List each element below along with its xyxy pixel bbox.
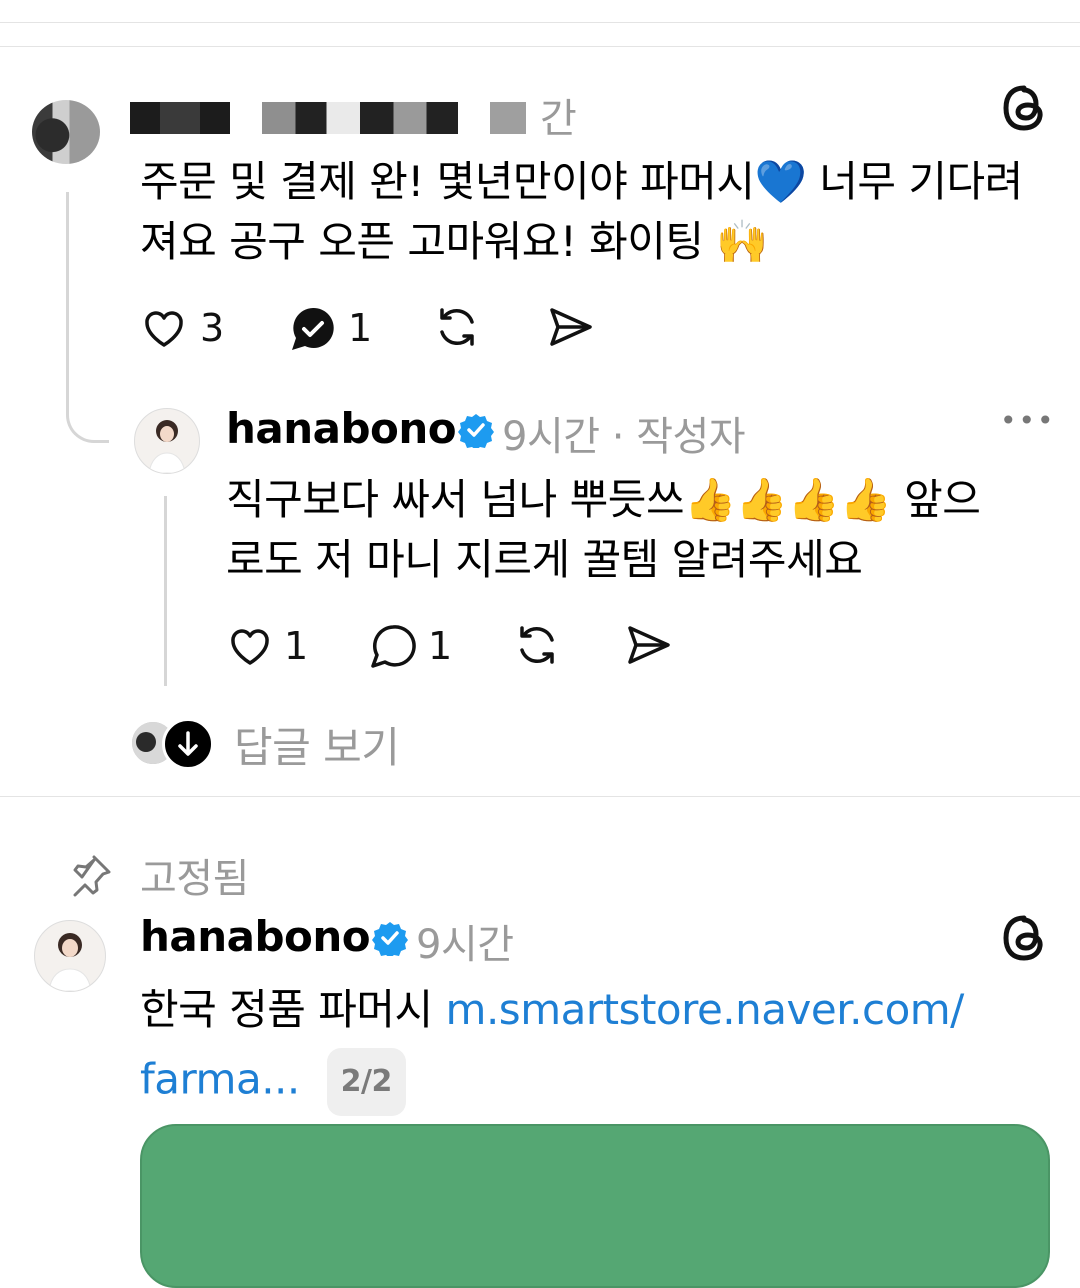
timestamp: 9시간 xyxy=(416,922,514,968)
avatar[interactable] xyxy=(134,408,200,474)
reply-count: 1 xyxy=(428,624,453,668)
reply-text: 직구보다 싸서 넘나 뿌듯쓰👍👍👍👍 앞으 로도 저 마니 지르게 꿀템 알려주… xyxy=(226,475,981,584)
heart-icon[interactable] xyxy=(140,304,188,352)
store-link[interactable]: m.smartstore.naver.com/ xyxy=(446,985,965,1034)
pin-icon xyxy=(68,852,114,898)
avatar[interactable] xyxy=(32,100,100,164)
heart-icon[interactable] xyxy=(226,622,274,670)
view-replies-link[interactable]: 답글 보기 xyxy=(234,714,400,775)
pinned-label: 고정됨 xyxy=(140,856,249,902)
post-media-image[interactable] xyxy=(140,1124,1050,1288)
repost-icon[interactable] xyxy=(432,302,482,352)
page-indicator-badge: 2/2 xyxy=(326,1048,406,1116)
reply-count: 1 xyxy=(348,306,373,350)
thread-line xyxy=(66,192,69,412)
threads-logo-icon[interactable] xyxy=(1000,914,1048,962)
section-divider xyxy=(0,46,1080,47)
more-options-button[interactable]: ••• xyxy=(1000,404,1056,437)
arrow-down-icon[interactable] xyxy=(162,718,214,770)
repost-icon[interactable] xyxy=(512,620,562,670)
top-divider xyxy=(0,22,1080,23)
thread-line xyxy=(164,496,167,686)
like-count: 3 xyxy=(200,306,225,350)
username[interactable]: hanabono xyxy=(226,404,457,453)
verified-badge-icon xyxy=(458,412,494,450)
store-link-continued[interactable]: farma... xyxy=(140,1055,300,1104)
comment-text: 주문 및 결제 완! 몇년만이야 파머시💙 너무 기다려 져요 공구 오픈 고마… xyxy=(140,157,1023,266)
post-text: 한국 정품 파머시 m.smartstore.naver.com/ farma.… xyxy=(140,980,1060,1116)
like-count: 1 xyxy=(284,624,309,668)
comment-icon[interactable] xyxy=(368,622,418,672)
verified-badge-icon xyxy=(372,920,408,958)
avatar[interactable] xyxy=(34,920,106,992)
section-divider xyxy=(0,796,1080,797)
username[interactable]: hanabono xyxy=(140,912,371,961)
share-icon[interactable] xyxy=(546,302,596,352)
reply-meta: 9시간 · 작성자 xyxy=(502,414,746,460)
replied-comment-icon[interactable] xyxy=(288,304,338,354)
threads-logo-icon[interactable] xyxy=(1000,84,1048,132)
thread-curve xyxy=(66,400,109,443)
timestamp: 간 xyxy=(540,96,577,142)
share-icon[interactable] xyxy=(624,620,674,670)
